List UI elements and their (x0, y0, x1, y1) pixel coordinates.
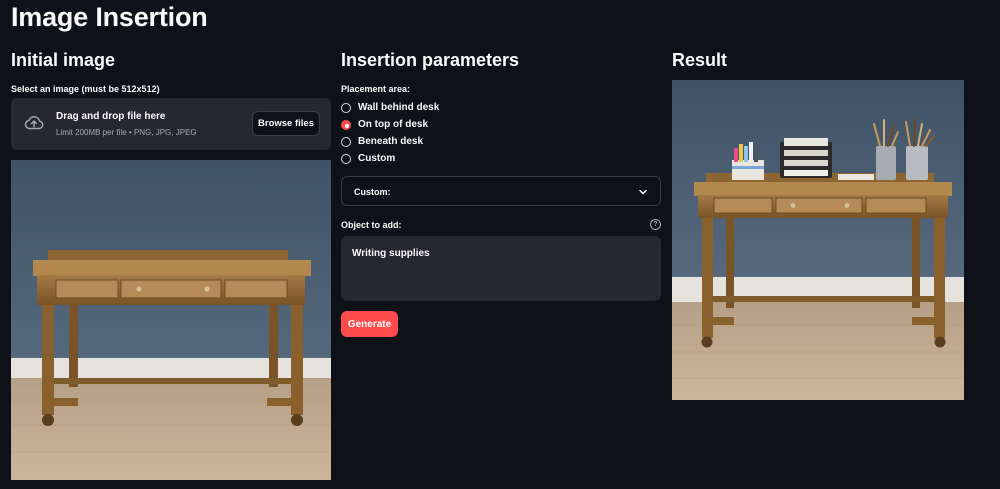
radio-selected-icon (341, 119, 351, 130)
radio-beneath-desk[interactable]: Beneath desk (341, 133, 439, 150)
page-title: Image Insertion (11, 2, 208, 32)
object-to-add-label: Object to add: (341, 220, 402, 230)
uploader-label: Select an image (must be 512x512) (11, 84, 160, 94)
radio-on-top-of-desk[interactable]: On top of desk (341, 116, 439, 133)
insertion-parameters-column: Insertion parameters Placement area: Wal… (341, 48, 661, 337)
dropzone-limits: Limit 200MB per file • PNG, JPG, JPEG (56, 128, 197, 137)
custom-select[interactable]: Custom: (341, 176, 661, 206)
placement-radio-group: Wall behind desk On top of desk Beneath … (341, 99, 439, 167)
radio-label: Custom (358, 153, 396, 164)
dropzone-title: Drag and drop file here (56, 111, 166, 122)
generate-button[interactable]: Generate (341, 311, 398, 337)
radio-circle-icon (341, 153, 351, 164)
result-image (672, 80, 964, 400)
object-textarea[interactable]: Writing supplies (341, 236, 661, 301)
initial-image-title: Initial image (11, 50, 116, 70)
radio-custom[interactable]: Custom (341, 150, 439, 167)
radio-label: On top of desk (358, 119, 428, 130)
browse-files-button[interactable]: Browse files (252, 111, 320, 136)
chevron-down-icon (639, 189, 647, 195)
help-icon[interactable]: ? (650, 219, 661, 230)
result-column: Result (672, 48, 964, 400)
desk-photo (11, 160, 331, 480)
radio-circle-icon (341, 102, 351, 113)
placement-area-label: Placement area: (341, 84, 411, 94)
cloud-upload-icon (24, 116, 44, 130)
file-dropzone[interactable]: Drag and drop file here Limit 200MB per … (11, 98, 331, 150)
initial-image (11, 160, 331, 480)
radio-wall-behind-desk[interactable]: Wall behind desk (341, 99, 439, 116)
radio-circle-icon (341, 136, 351, 147)
initial-image-column: Initial image Select an image (must be 5… (11, 48, 331, 480)
insertion-parameters-title: Insertion parameters (341, 50, 520, 70)
custom-select-value: Custom: (354, 187, 391, 197)
result-title: Result (672, 50, 728, 70)
radio-label: Wall behind desk (358, 102, 440, 113)
radio-label: Beneath desk (358, 136, 424, 147)
desk-with-supplies-photo (672, 80, 964, 400)
